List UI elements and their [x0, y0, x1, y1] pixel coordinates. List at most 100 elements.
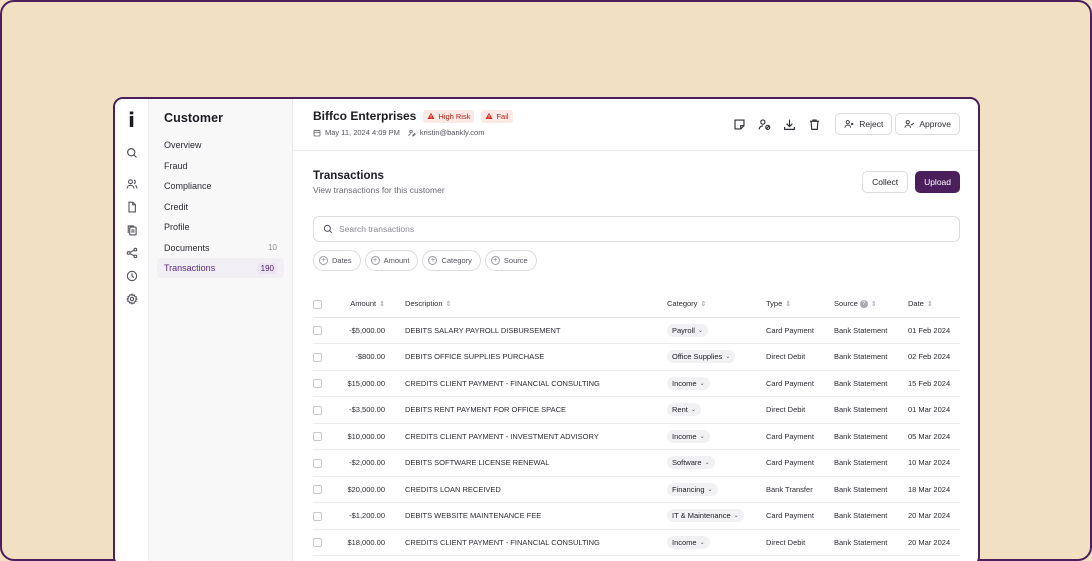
column-header-description[interactable]: Description ⇕	[405, 291, 667, 318]
nav-item-label: Compliance	[164, 181, 212, 191]
collect-button[interactable]: Collect	[862, 171, 909, 193]
table-row[interactable]: $18,000.00 CREDITS CLIENT PAYMENT - FINA…	[313, 529, 960, 556]
note-icon[interactable]	[731, 116, 747, 132]
share-icon[interactable]	[124, 245, 140, 261]
high-risk-badge: High Risk	[423, 109, 475, 123]
users-icon[interactable]	[124, 176, 140, 192]
nav-item-compliance[interactable]: Compliance	[157, 176, 284, 196]
filter-chip-amount[interactable]: + Amount	[364, 250, 419, 271]
filter-chip-source[interactable]: + Source	[484, 250, 537, 271]
category-dropdown[interactable]: Office Supplies ⌄	[667, 350, 736, 364]
clock-icon[interactable]	[124, 268, 140, 284]
column-header-date[interactable]: Date ⇕	[908, 291, 960, 318]
category-dropdown[interactable]: IT & Maintenance ⌄	[667, 509, 744, 523]
source-cell: Bank Statement	[834, 449, 908, 477]
trash-icon[interactable]	[806, 116, 822, 132]
filter-chip-label: Category	[441, 256, 472, 265]
file-icon[interactable]	[124, 199, 140, 215]
upload-button[interactable]: Upload	[915, 171, 960, 193]
select-all-checkbox[interactable]	[313, 299, 322, 309]
row-checkbox[interactable]	[313, 326, 322, 335]
filter-chip-label: Dates	[332, 256, 352, 265]
column-header-amount[interactable]: Amount ⇕	[331, 291, 405, 318]
description-cell: DEBITS RENT PAYMENT FOR OFFICE SPACE	[405, 396, 667, 424]
row-checkbox[interactable]	[313, 379, 322, 388]
category-label: Office Supplies	[672, 352, 723, 362]
gear-icon[interactable]	[124, 291, 140, 307]
approve-button[interactable]: Approve	[895, 113, 960, 135]
nav-item-documents[interactable]: Documents 10	[157, 238, 284, 258]
nav-item-label: Transactions	[164, 263, 216, 273]
user-check-icon	[904, 120, 915, 128]
source-cell: Bank Statement	[834, 423, 908, 450]
type-cell: Card Payment	[766, 502, 834, 530]
row-checkbox[interactable]	[313, 458, 322, 468]
nav-item-label: Overview	[164, 140, 202, 150]
filter-chip-dates[interactable]: + Dates	[313, 250, 361, 271]
amount-cell: $15,000.00	[331, 370, 405, 397]
reject-button[interactable]: Reject	[835, 113, 893, 135]
date-cell: 05 Mar 2024	[908, 423, 960, 450]
table-row[interactable]: -$2,000.00 DEBITS SOFTWARE LICENSE RENEW…	[313, 449, 960, 477]
category-dropdown[interactable]: Financing ⌄	[667, 482, 718, 496]
amount-cell: $20,000.00	[331, 476, 405, 503]
row-checkbox[interactable]	[313, 538, 322, 547]
row-checkbox[interactable]	[313, 485, 322, 494]
help-icon[interactable]: ?	[859, 300, 868, 309]
table-row[interactable]: $20,000.00 CREDITS LOAN RECEIVED Financi…	[313, 476, 960, 503]
category-dropdown[interactable]: Income ⌄	[667, 429, 710, 443]
row-checkbox[interactable]	[313, 432, 322, 441]
files-icon[interactable]	[124, 222, 140, 238]
approve-label: Approve	[919, 119, 951, 129]
nav-item-transactions[interactable]: Transactions 190	[157, 258, 284, 278]
icon-rail: i	[115, 99, 149, 561]
category-dropdown[interactable]: Income ⌄	[667, 376, 710, 390]
nav-item-profile[interactable]: Profile	[157, 217, 284, 237]
filter-chip-category[interactable]: + Category	[422, 250, 481, 271]
download-icon[interactable]	[781, 116, 797, 132]
assign-user-icon[interactable]	[756, 116, 772, 132]
category-dropdown[interactable]: Income ⌄	[667, 535, 710, 549]
app-logo[interactable]: i	[128, 109, 135, 133]
main-panel: Biffco Enterprises High Risk Fail May 11…	[293, 99, 978, 561]
chevron-down-icon: ⌄	[733, 513, 739, 520]
column-header-label: Category	[667, 299, 698, 309]
category-dropdown[interactable]: Rent ⌄	[667, 403, 701, 417]
row-checkbox[interactable]	[313, 352, 322, 362]
row-checkbox[interactable]	[313, 511, 322, 521]
app-window: i Customer Overview Fraud Compliance Cre…	[113, 97, 980, 561]
column-header-source[interactable]: Source? ⇕	[834, 291, 908, 318]
row-checkbox[interactable]	[313, 405, 322, 415]
search-input[interactable]: Search transactions	[313, 216, 960, 242]
source-cell: Bank Statement	[834, 396, 908, 424]
table-row[interactable]: -$1,200.00 DEBITS WEBSITE MAINTENANCE FE…	[313, 502, 960, 530]
nav-item-credit[interactable]: Credit	[157, 197, 284, 217]
table-row[interactable]: -$5,000.00 DEBITS SALARY PAYROLL DISBURS…	[313, 317, 960, 344]
search-icon[interactable]	[124, 145, 140, 161]
table-row[interactable]: $15,000.00 CREDITS CLIENT PAYMENT - FINA…	[313, 370, 960, 397]
transactions-section: Transactions View transactions for this …	[293, 151, 978, 556]
table-row[interactable]: $10,000.00 CREDITS CLIENT PAYMENT - INVE…	[313, 423, 960, 450]
source-cell: Bank Statement	[834, 317, 908, 344]
table-row[interactable]: -$3,500.00 DEBITS RENT PAYMENT FOR OFFIC…	[313, 396, 960, 424]
description-cell: CREDITS CLIENT PAYMENT - INVESTMENT ADVI…	[405, 423, 667, 450]
warning-icon	[427, 112, 435, 119]
plus-icon: +	[319, 256, 328, 265]
type-cell: Card Payment	[766, 317, 834, 344]
table-header-row: Amount ⇕ Description ⇕ Category ⇕ Type ⇕ Sou…	[313, 291, 960, 318]
description-cell: DEBITS OFFICE SUPPLIES PURCHASE	[405, 343, 667, 371]
column-header-type[interactable]: Type ⇕	[766, 291, 834, 318]
nav-item-fraud[interactable]: Fraud	[157, 156, 284, 176]
badge-label: Fail	[496, 111, 509, 121]
category-label: IT & Maintenance	[672, 511, 731, 521]
sort-icon: ⇕	[445, 301, 452, 309]
category-dropdown[interactable]: Payroll ⌄	[667, 323, 708, 337]
column-header-category[interactable]: Category ⇕	[667, 291, 766, 318]
description-cell: CREDITS LOAN RECEIVED	[405, 476, 667, 503]
chevron-down-icon: ⌄	[699, 539, 705, 546]
category-cell: Office Supplies ⌄	[667, 343, 766, 371]
date-cell: 20 Mar 2024	[908, 502, 960, 530]
nav-item-overview[interactable]: Overview	[157, 135, 284, 155]
category-dropdown[interactable]: Software ⌄	[667, 456, 715, 470]
table-row[interactable]: -$800.00 DEBITS OFFICE SUPPLIES PURCHASE…	[313, 343, 960, 371]
